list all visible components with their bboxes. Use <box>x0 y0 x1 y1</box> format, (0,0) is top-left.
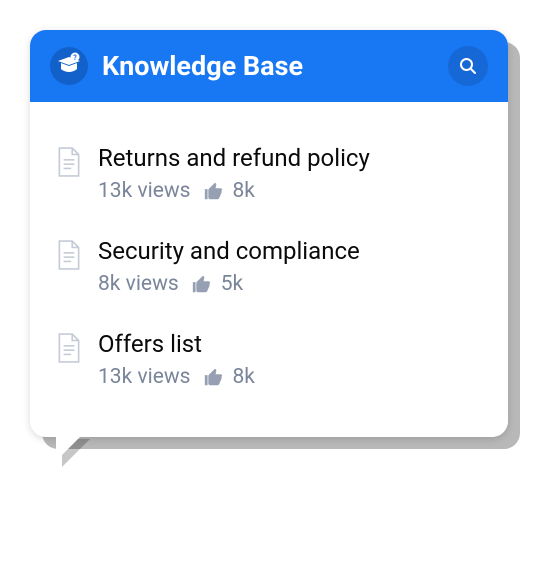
knowledge-base-panel: ? Knowledge Base Returns and refund poli… <box>30 30 508 437</box>
thumbs-up-icon <box>203 366 225 388</box>
document-icon <box>56 333 82 363</box>
likes-group: 8k <box>203 365 255 389</box>
article-meta: 8k views 5k <box>98 272 482 296</box>
likes-count: 8k <box>233 365 255 389</box>
speech-tail <box>56 433 84 461</box>
panel-header: ? Knowledge Base <box>30 30 508 102</box>
article-title: Returns and refund policy <box>98 144 482 172</box>
article-item[interactable]: Returns and refund policy 13k views 8k <box>56 130 482 217</box>
thumbs-up-icon <box>203 180 225 202</box>
thumbs-up-icon <box>191 273 213 295</box>
article-item[interactable]: Offers list 13k views 8k <box>56 316 482 403</box>
likes-count: 5k <box>221 272 243 296</box>
article-meta: 13k views 8k <box>98 365 482 389</box>
article-title: Security and compliance <box>98 237 482 265</box>
document-icon <box>56 240 82 270</box>
article-content: Security and compliance 8k views 5k <box>98 237 482 296</box>
article-list: Returns and refund policy 13k views 8k <box>30 102 508 437</box>
search-button[interactable] <box>448 46 488 86</box>
knowledge-base-icon: ? <box>50 47 88 85</box>
article-meta: 13k views 8k <box>98 179 482 203</box>
likes-count: 8k <box>233 179 255 203</box>
views-count: 8k views <box>98 272 179 296</box>
article-item[interactable]: Security and compliance 8k views 5k <box>56 223 482 310</box>
document-icon <box>56 147 82 177</box>
likes-group: 5k <box>191 272 243 296</box>
article-content: Offers list 13k views 8k <box>98 330 482 389</box>
svg-text:?: ? <box>73 54 77 62</box>
article-title: Offers list <box>98 330 482 358</box>
article-content: Returns and refund policy 13k views 8k <box>98 144 482 203</box>
views-count: 13k views <box>98 179 191 203</box>
search-icon <box>459 57 477 75</box>
panel-title: Knowledge Base <box>102 50 434 82</box>
likes-group: 8k <box>203 179 255 203</box>
views-count: 13k views <box>98 365 191 389</box>
